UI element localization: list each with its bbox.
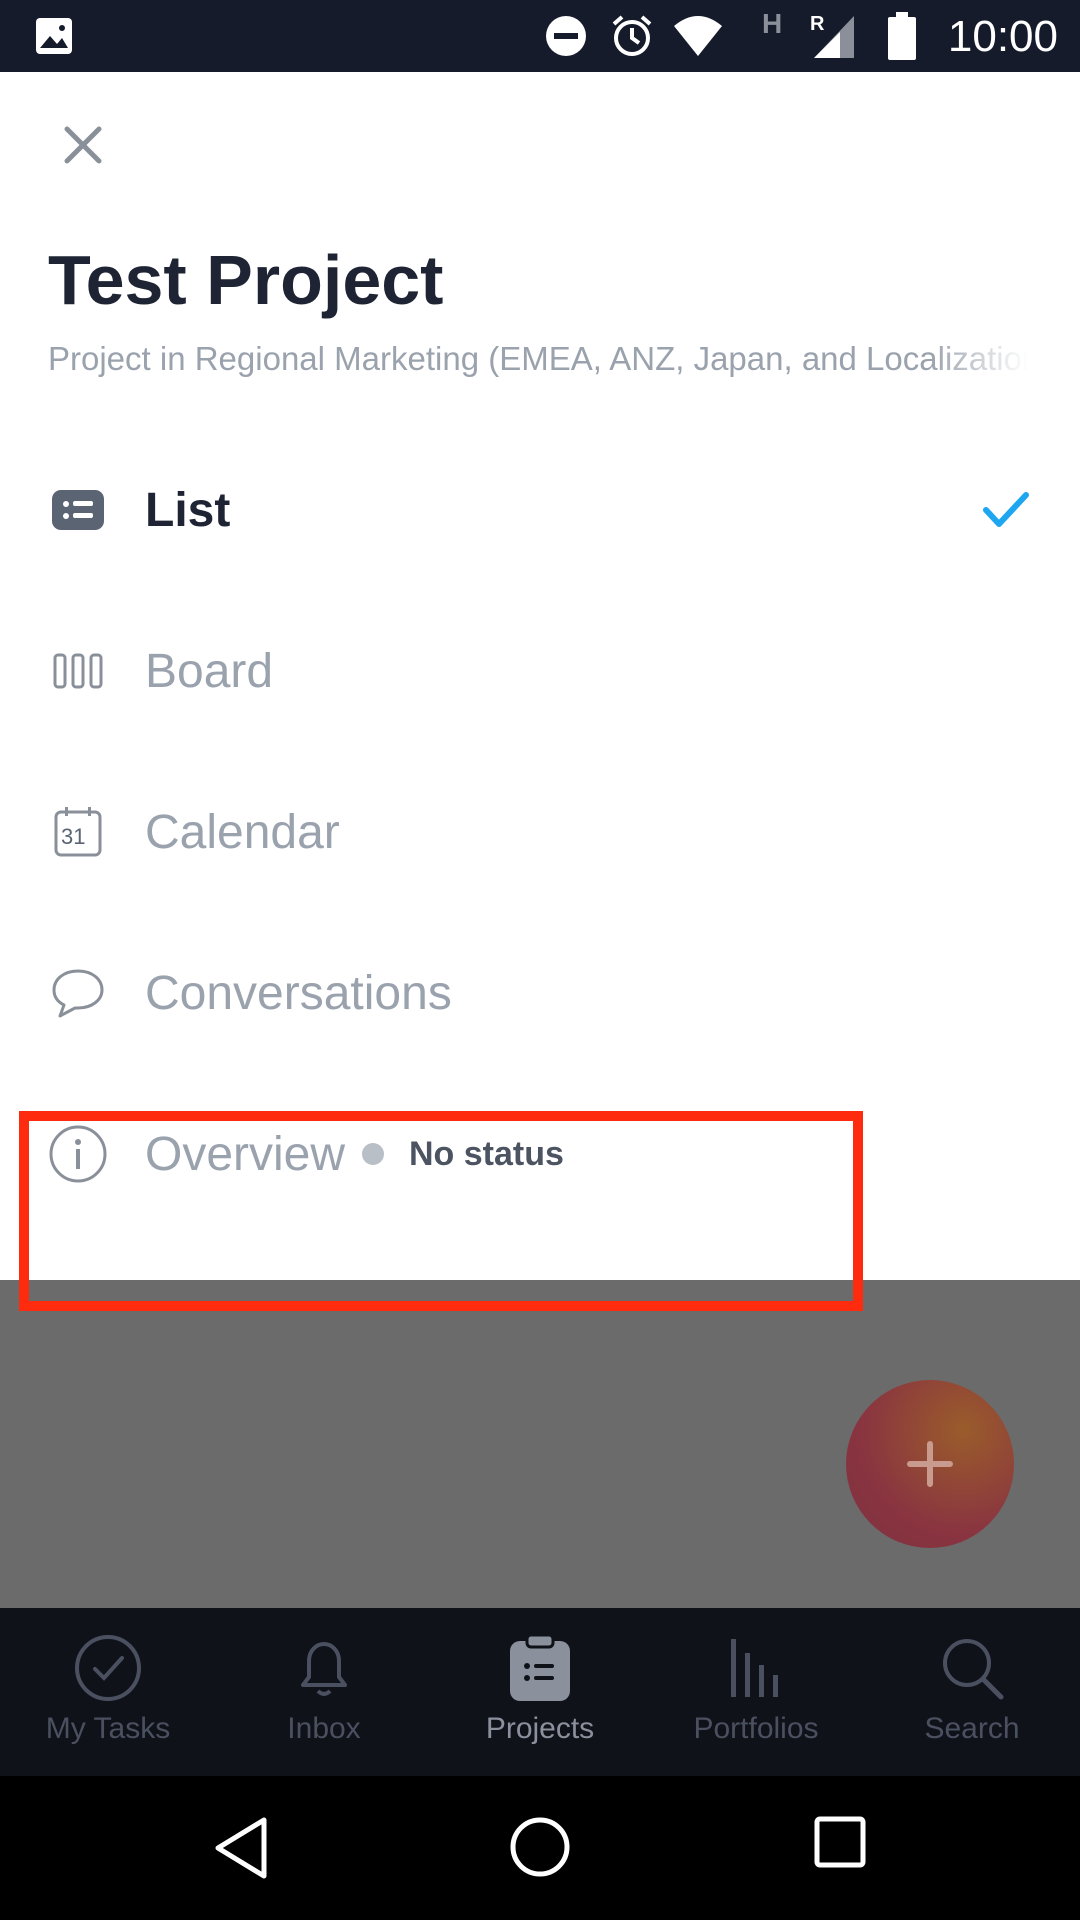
- bar-chart-icon: [731, 1639, 778, 1697]
- status-dot: [362, 1143, 384, 1165]
- status-bar: H R 10:00: [0, 0, 1080, 72]
- add-button[interactable]: [846, 1380, 1014, 1548]
- view-calendar-label: Calendar: [145, 805, 340, 859]
- search-icon: [943, 1639, 1004, 1700]
- project-status-text: No status: [409, 1134, 564, 1173]
- tab-my-tasks[interactable]: My Tasks: [0, 1608, 216, 1776]
- tab-label: Projects: [485, 1712, 595, 1745]
- clipboard-icon: [510, 1633, 570, 1701]
- close-icon: [64, 126, 102, 164]
- view-overview-label: Overview: [145, 1127, 346, 1181]
- svg-text:R: R: [810, 13, 825, 35]
- tab-inbox[interactable]: Inbox: [216, 1608, 432, 1776]
- tab-search[interactable]: Search: [864, 1608, 1080, 1776]
- calendar-day: 31: [61, 824, 86, 849]
- network-type-icon: H: [762, 8, 783, 39]
- check-icon: [983, 492, 1029, 527]
- battery-icon: [888, 12, 916, 60]
- image-notification-icon: [36, 18, 72, 54]
- project-title: Test Project: [48, 241, 444, 319]
- recents-icon[interactable]: [814, 1816, 866, 1868]
- check-circle-icon: [75, 1635, 141, 1701]
- view-board-label: Board: [145, 644, 274, 698]
- tab-label: Portfolios: [693, 1712, 819, 1745]
- signal-icon: R: [810, 13, 854, 58]
- list-icon: [48, 480, 108, 540]
- wifi-icon: [674, 16, 722, 56]
- back-icon[interactable]: [212, 1816, 270, 1880]
- calendar-icon: 31: [48, 802, 108, 862]
- bottom-navigation: My Tasks Inbox Projects Portfolios Searc…: [0, 1608, 1080, 1776]
- conversation-icon: [48, 963, 108, 1023]
- view-overview-item[interactable]: Overview No status: [0, 1074, 1080, 1234]
- plus-icon: [907, 1441, 953, 1487]
- project-subtitle: Project in Regional Marketing (EMEA, ANZ…: [48, 340, 1028, 377]
- system-navigation-bar: [0, 1776, 1080, 1920]
- do-not-disturb-icon: [546, 16, 586, 56]
- tab-portfolios[interactable]: Portfolios: [648, 1608, 864, 1776]
- tab-projects[interactable]: Projects: [432, 1608, 648, 1776]
- view-conversations-label: Conversations: [145, 966, 452, 1020]
- tab-label: Inbox: [287, 1712, 361, 1745]
- clock: 10:00: [947, 12, 1058, 61]
- tab-label: My Tasks: [45, 1712, 171, 1745]
- tab-label: Search: [924, 1712, 1020, 1745]
- board-icon: [48, 641, 108, 701]
- project-views-sheet: Test Project Project in Regional Marketi…: [0, 72, 1080, 1311]
- view-calendar-item[interactable]: 31 Calendar: [0, 752, 1080, 912]
- info-icon: [48, 1124, 108, 1184]
- view-conversations-item[interactable]: Conversations: [0, 913, 1080, 1073]
- close-button[interactable]: [55, 117, 111, 173]
- view-board-item[interactable]: Board: [0, 591, 1080, 751]
- view-list-label: List: [145, 483, 231, 537]
- alarm-icon: [612, 15, 652, 56]
- view-list-item[interactable]: List: [0, 430, 1080, 590]
- bell-icon: [301, 1642, 347, 1696]
- home-icon[interactable]: [509, 1816, 571, 1878]
